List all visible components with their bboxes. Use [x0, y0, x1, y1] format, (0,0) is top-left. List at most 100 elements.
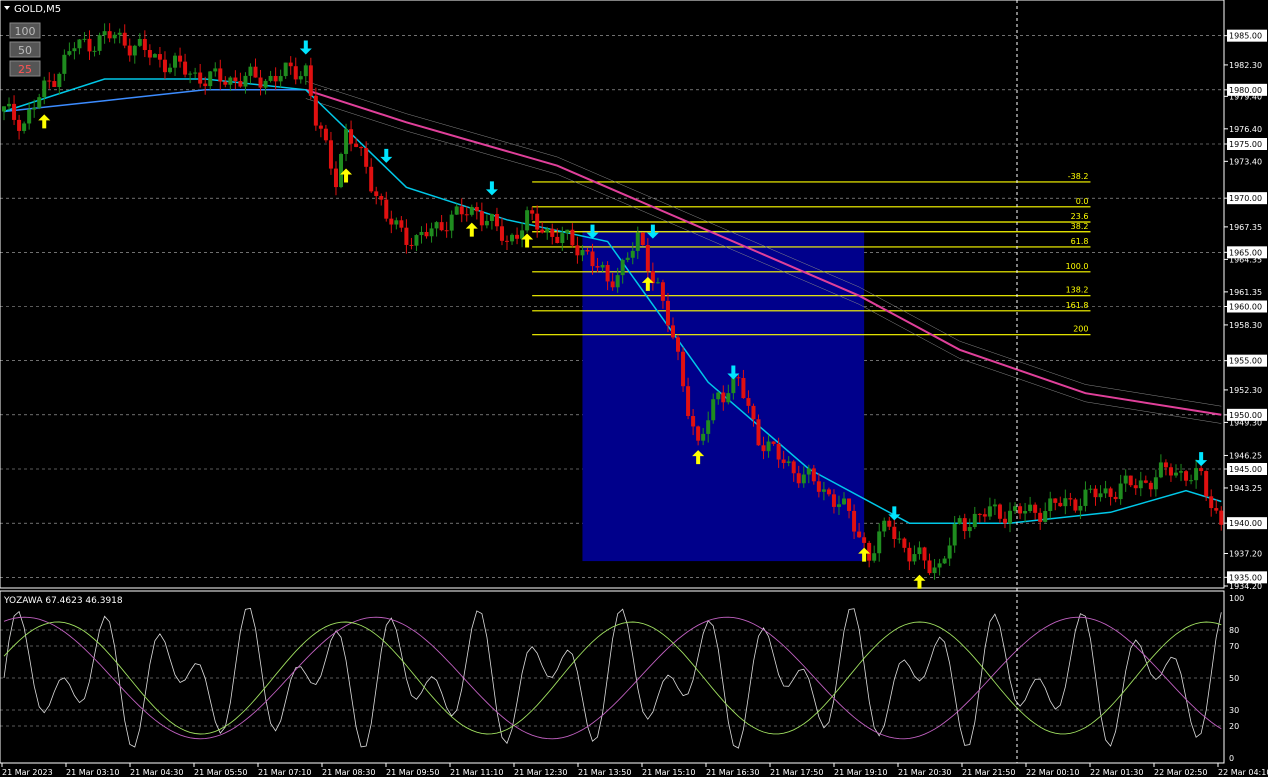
candle-body	[932, 567, 937, 574]
time-label: 21 Mar 16:30	[706, 768, 759, 777]
price-label: 1967.35	[1229, 223, 1262, 232]
candle-body	[328, 140, 333, 169]
candle-body	[1143, 480, 1148, 483]
candle-body	[897, 538, 902, 540]
candle-body	[711, 399, 716, 421]
candle-body	[811, 468, 816, 482]
candle-body	[505, 240, 509, 242]
candle-body	[826, 489, 831, 495]
candle-body	[439, 222, 444, 231]
candle-body	[484, 220, 489, 226]
candle-body	[525, 210, 530, 231]
candle-body	[605, 264, 610, 282]
candle-body	[1018, 506, 1023, 514]
candle-body	[686, 386, 691, 417]
candle-body	[736, 377, 741, 379]
candle-body	[1184, 471, 1189, 481]
osc-level-label: 100	[1229, 594, 1244, 603]
price-label: 1934.20	[1229, 582, 1262, 591]
price-label: 1958.30	[1229, 321, 1262, 330]
candle-body	[1053, 498, 1058, 503]
candle-body	[1033, 504, 1038, 513]
candle-body	[857, 531, 862, 538]
candle-body	[610, 281, 615, 288]
candle-body	[716, 392, 721, 400]
candle-body	[7, 103, 12, 107]
candle-body	[555, 236, 560, 244]
candle-body	[102, 31, 107, 36]
candle-body	[132, 45, 137, 56]
candle-body	[535, 213, 540, 230]
candle-body	[404, 227, 409, 245]
time-label: 21 Mar 21:50	[962, 768, 1015, 777]
candle-body	[354, 143, 359, 147]
candle-body	[942, 558, 947, 564]
candle-body	[263, 80, 268, 88]
candle-body	[198, 72, 203, 84]
candle-body	[1189, 480, 1194, 482]
candle-body	[570, 229, 575, 246]
candle-body	[625, 257, 630, 260]
candle-body	[1068, 498, 1073, 500]
candle-body	[228, 77, 233, 85]
price-label: 1960.00	[1229, 303, 1262, 312]
candle-body	[902, 538, 907, 548]
time-label: 21 Mar 19:10	[834, 768, 887, 777]
candle-body	[701, 433, 706, 441]
time-label: 22 Mar 01:30	[1090, 768, 1143, 777]
candle-body	[1008, 510, 1012, 524]
price-label: 1982.30	[1229, 61, 1262, 70]
candle-body	[1204, 471, 1209, 497]
time-label: 21 Mar 13:50	[578, 768, 631, 777]
candle-body	[67, 51, 72, 55]
candle-body	[218, 68, 223, 82]
price-label: 1955.00	[1229, 357, 1262, 366]
candle-body	[640, 232, 645, 245]
candle-body	[1028, 504, 1033, 512]
oscillator-pane[interactable]	[0, 590, 1225, 764]
candle-body	[922, 547, 927, 561]
candle-body	[122, 32, 127, 46]
price-label: 1970.00	[1229, 194, 1262, 203]
osc-level-label: 80	[1229, 626, 1239, 635]
candle-body	[147, 50, 152, 58]
candle-body	[1209, 496, 1214, 509]
price-label: 1940.00	[1229, 519, 1262, 528]
trading-chart[interactable]: -38.20.023.638.261.8100.0138.2161.8200 1…	[0, 0, 1268, 777]
candle-body	[474, 206, 479, 212]
candle-body	[52, 81, 57, 88]
candle-body	[399, 220, 404, 228]
candle-body	[494, 214, 499, 227]
time-label: 21 Mar 2023	[2, 768, 53, 777]
candle-body	[907, 547, 912, 562]
candle-body	[882, 520, 887, 532]
candle-body	[369, 166, 374, 192]
candle-body	[62, 54, 67, 74]
candle-body	[318, 125, 323, 129]
zoom-buttons[interactable]: 100 50 25	[9, 22, 41, 77]
candle-body	[1058, 502, 1063, 507]
candle-body	[560, 233, 565, 244]
candle-body	[82, 38, 87, 40]
candle-body	[464, 214, 469, 216]
osc-level-label: 0	[1229, 754, 1234, 763]
candle-body	[469, 206, 474, 215]
candle-body	[1179, 471, 1184, 473]
time-label: 21 Mar 17:50	[770, 768, 823, 777]
candle-body	[1199, 468, 1204, 472]
candle-body	[12, 103, 17, 120]
osc-level-label: 20	[1229, 722, 1239, 731]
candle-body	[756, 419, 761, 446]
candle-body	[429, 228, 434, 237]
candle-body	[454, 206, 459, 215]
candle-body	[339, 153, 344, 188]
time-label: 21 Mar 04:30	[130, 768, 183, 777]
candle-body	[1083, 489, 1088, 506]
zoom-25-label: 25	[18, 63, 32, 76]
candle-body	[1128, 475, 1133, 486]
candle-body	[530, 210, 535, 214]
candle-body	[394, 220, 399, 225]
candle-body	[660, 282, 665, 301]
candle-body	[167, 67, 172, 73]
candle-body	[676, 337, 681, 352]
